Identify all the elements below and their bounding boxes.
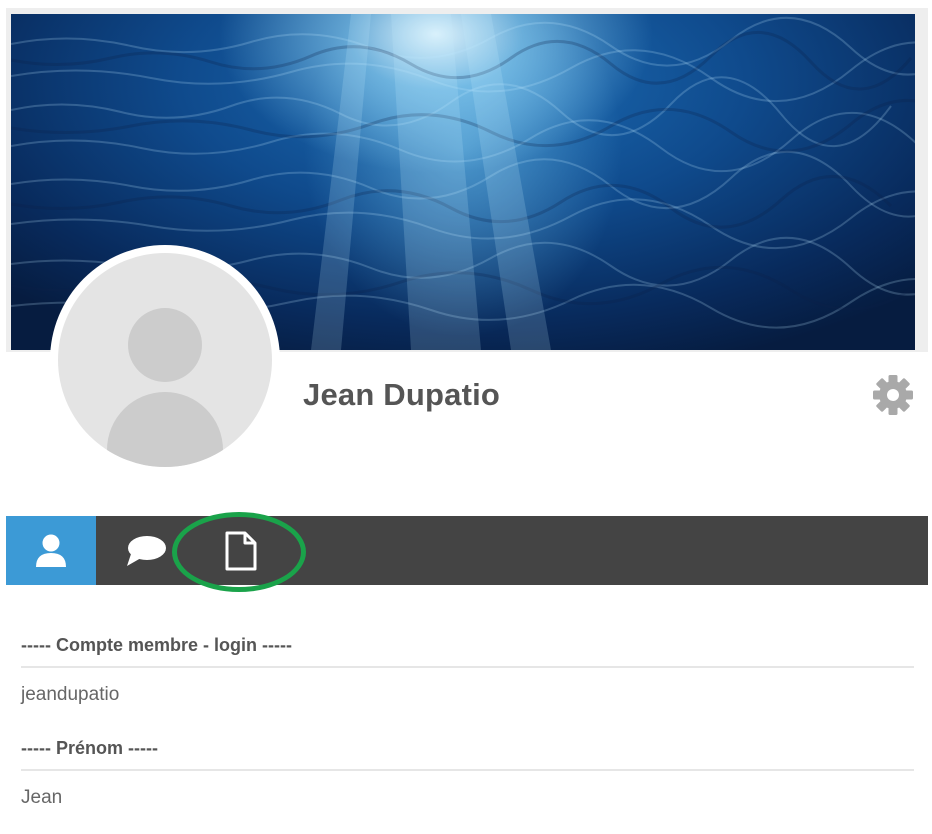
profile-avatar [50,245,280,475]
tab-messages[interactable] [116,516,176,585]
tab-documents[interactable] [211,516,271,585]
field-label-firstname: ----- Prénom ----- [21,728,914,771]
field-value-firstname: Jean [21,787,63,808]
profile-tab-bar [6,516,928,585]
tab-profile[interactable] [6,516,96,585]
avatar-placeholder [58,253,272,467]
profile-name: Jean Dupatio [303,377,501,412]
document-icon [225,531,257,570]
profile-page: Jean Dupatio ----- Compte membre - login… [0,0,932,834]
avatar-body-shape [107,392,223,467]
avatar-head-shape [128,308,202,382]
speech-bubble-icon [127,535,166,566]
field-label-login: ----- Compte membre - login ----- [21,625,914,668]
settings-gear-icon[interactable] [872,374,914,416]
user-icon [36,534,66,567]
field-value-login: jeandupatio [21,684,120,705]
profile-info-section: ----- Compte membre - login ----- jeandu… [21,625,914,831]
